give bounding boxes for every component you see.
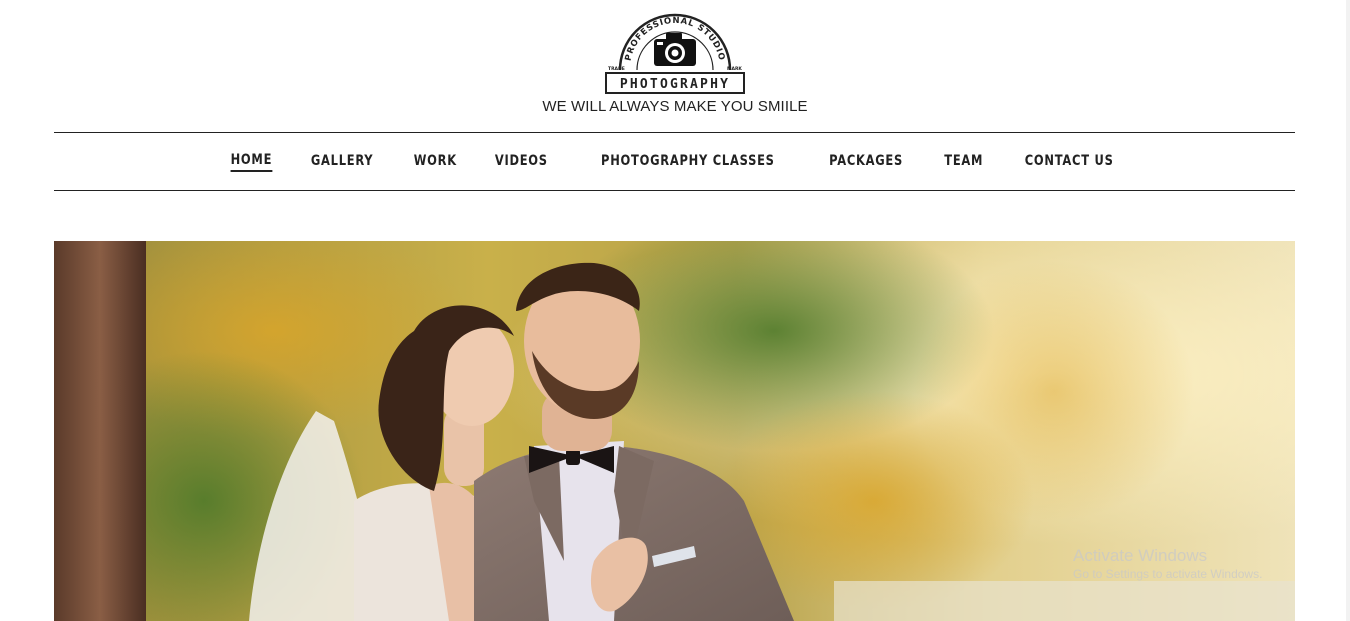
nav-item-contact-us[interactable]: CONTACT US xyxy=(1025,153,1114,171)
watermark-subtitle: Go to Settings to activate Windows. xyxy=(1073,567,1263,581)
nav-item-photography-classes[interactable]: PHOTOGRAPHY CLASSES xyxy=(601,153,775,171)
logo-graphic: PROFESSIONAL STUDIO PHOTOGRAPHY TRADE MA… xyxy=(605,13,745,94)
page: PROFESSIONAL STUDIO PHOTOGRAPHY TRADE MA… xyxy=(0,0,1350,621)
camera-icon xyxy=(654,33,696,66)
nav-item-packages[interactable]: PACKAGES xyxy=(830,153,904,171)
nav-item-gallery[interactable]: GALLERY xyxy=(311,153,373,171)
nav-list: HOME GALLERY WORK VIDEOS PHOTOGRAPHY CLASSES… xyxy=(54,133,1295,190)
main-navigation: HOME GALLERY WORK VIDEOS PHOTOGRAPHY CLASSES… xyxy=(54,132,1295,191)
nav-item-home[interactable]: HOME xyxy=(230,152,272,172)
nav-item-videos[interactable]: VIDEOS xyxy=(495,153,548,171)
logo-word: PHOTOGRAPHY xyxy=(620,77,730,92)
nav-item-team[interactable]: TEAM xyxy=(944,153,983,171)
nav-item-work[interactable]: WORK xyxy=(413,153,456,171)
site-tagline: WE WILL ALWAYS MAKE YOU SMIILE xyxy=(542,98,808,115)
watermark-title: Activate Windows xyxy=(1073,546,1208,565)
logo-mark-tag: MARK xyxy=(727,66,742,72)
site-logo[interactable]: PROFESSIONAL STUDIO PHOTOGRAPHY TRADE MA… xyxy=(604,12,746,96)
windows-activation-watermark: Activate Windows Go to Settings to activ… xyxy=(1073,546,1262,582)
scrollbar-track[interactable] xyxy=(1346,0,1350,621)
logo-trade-tag: TRADE xyxy=(608,66,625,72)
